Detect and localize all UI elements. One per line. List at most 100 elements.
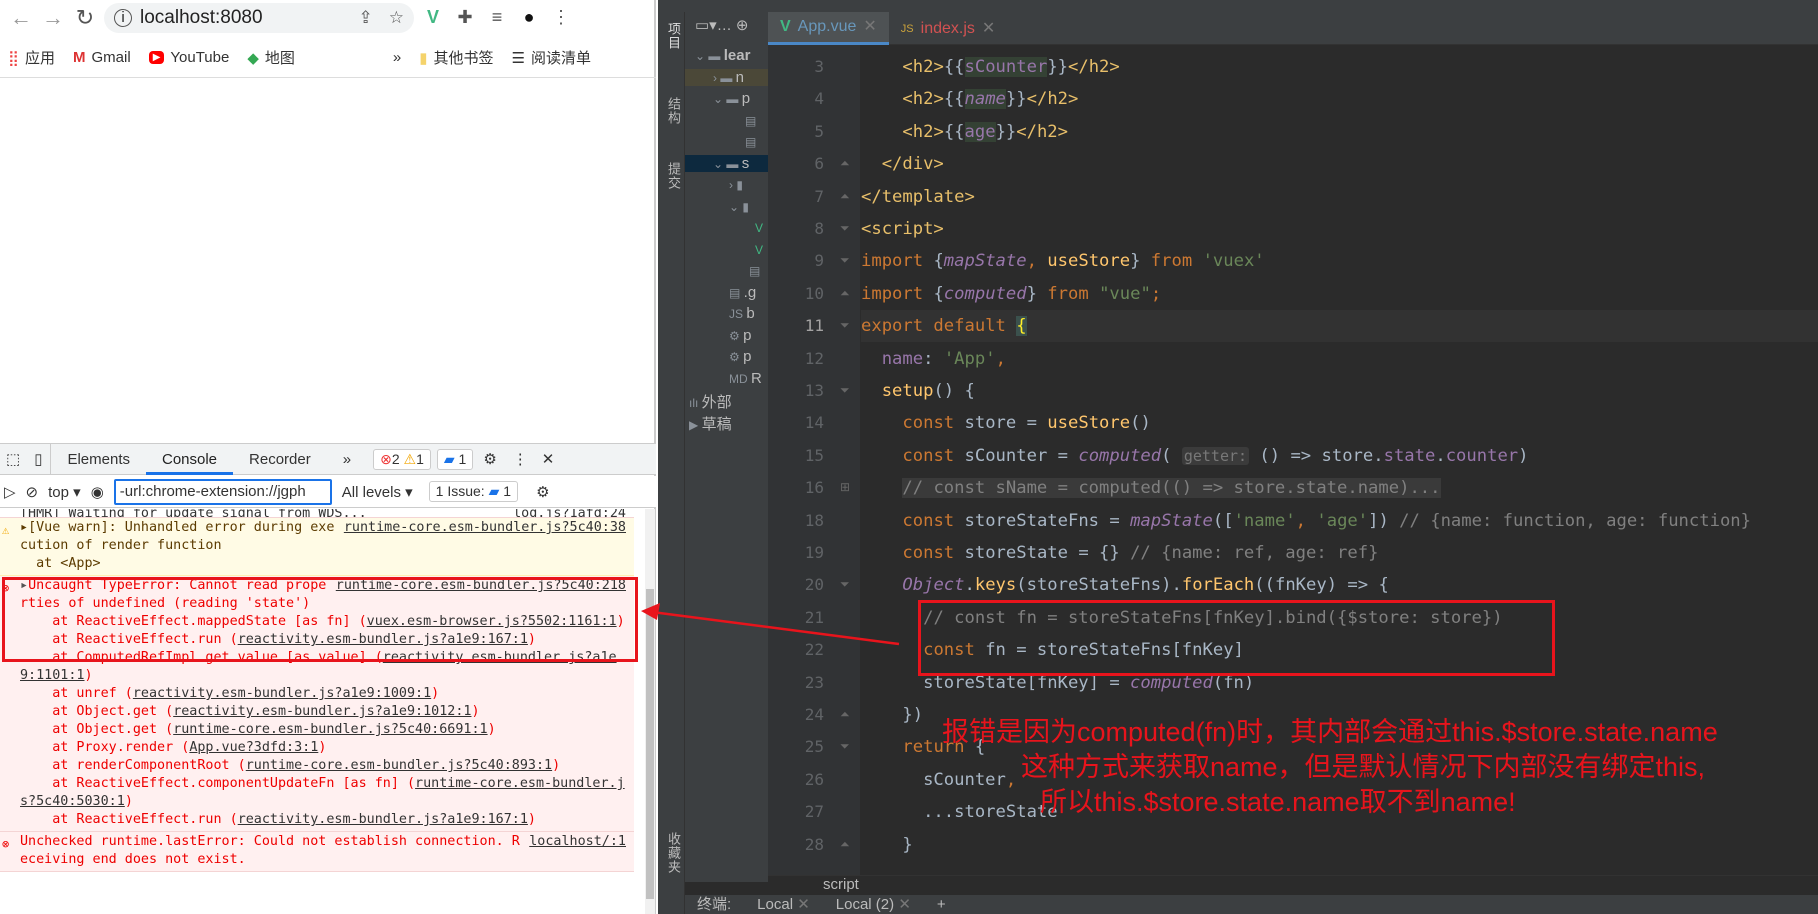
live-expression-icon[interactable]: ◉ bbox=[91, 483, 104, 501]
bookmark-apps[interactable]: ⣿ 应用 bbox=[8, 47, 55, 68]
project-tree-item[interactable]: JS b bbox=[729, 305, 755, 322]
info-badge[interactable]: ▰ 1 bbox=[436, 448, 474, 470]
fold-marker-icon[interactable]: ⏶ bbox=[840, 707, 850, 722]
kebab-menu-icon[interactable]: ⋮ bbox=[507, 444, 534, 475]
tab-console[interactable]: Console bbox=[145, 444, 234, 475]
source-link[interactable]: reactivity.esm-bundler.js?a1e9:1012:1 bbox=[173, 704, 471, 719]
media-icon[interactable]: ≡ bbox=[484, 7, 510, 28]
source-link[interactable]: runtime-core.esm-bundler.js?5c40:6691:1 bbox=[173, 722, 487, 737]
breadcrumb[interactable]: script bbox=[768, 875, 1818, 895]
structure-tool-button[interactable]: 结构 bbox=[664, 97, 683, 125]
tab-elements[interactable]: Elements bbox=[51, 444, 146, 475]
close-tab-icon[interactable]: ✕ bbox=[982, 14, 995, 44]
close-devtools-icon[interactable]: ✕ bbox=[534, 444, 563, 475]
close-tab-icon[interactable]: ✕ bbox=[863, 12, 876, 42]
fold-marker-icon[interactable]: ⏷ bbox=[840, 253, 850, 268]
new-terminal-button[interactable]: + bbox=[937, 895, 946, 914]
project-tree-item[interactable]: ▤ bbox=[745, 133, 756, 150]
forward-icon[interactable]: → bbox=[40, 5, 66, 31]
scrollbar-thumb[interactable] bbox=[646, 589, 654, 899]
close-tab-icon[interactable]: ✕ bbox=[898, 896, 911, 913]
avatar[interactable]: ● bbox=[516, 7, 542, 28]
source-link[interactable]: runtime-core.esm-bundler.js?5c40:38 bbox=[344, 519, 626, 537]
fold-marker-icon[interactable]: ⊞ bbox=[840, 480, 850, 494]
source-link[interactable]: runtime-core.esm-bundler.js?5c40:893:1 bbox=[246, 758, 552, 773]
project-tree-item[interactable]: ▤ .g bbox=[729, 284, 756, 301]
fold-marker-icon[interactable]: ⏷ bbox=[840, 739, 850, 754]
source-link[interactable]: App.vue?3dfd:3:1 bbox=[189, 740, 318, 755]
fold-marker-icon[interactable]: ⏷ bbox=[840, 577, 850, 592]
project-tree-item[interactable]: ⚙ p bbox=[729, 327, 751, 344]
project-tree-item[interactable]: ⌄ ▮ bbox=[729, 198, 749, 215]
share-icon[interactable]: ⇪ bbox=[359, 8, 373, 28]
source-link[interactable]: localhost/:1 bbox=[529, 833, 626, 851]
error-warning-badge[interactable]: ⊗2 ⚠1 bbox=[373, 448, 431, 470]
project-tree-item[interactable]: V bbox=[755, 219, 763, 236]
issues-button[interactable]: 1 Issue: ▰ 1 bbox=[428, 481, 519, 502]
js-file-icon: JS bbox=[900, 22, 914, 35]
fold-marker-icon[interactable]: ⏶ bbox=[840, 286, 850, 301]
terminal-tab-local-2[interactable]: Local (2) ✕ bbox=[836, 895, 911, 914]
clear-console-icon[interactable]: ⊘ bbox=[26, 483, 39, 501]
bookmark-maps[interactable]: ◆ 地图 bbox=[247, 47, 295, 68]
bookmark-other[interactable]: ▮ 其他书签 bbox=[419, 47, 493, 68]
expand-triangle-icon[interactable]: ▸ bbox=[20, 520, 28, 535]
project-tree-item[interactable]: ▶ 草稿 bbox=[689, 413, 732, 434]
menu-icon[interactable]: ⋮ bbox=[548, 7, 574, 28]
log-levels-select[interactable]: All levels ▾ bbox=[342, 483, 413, 501]
project-tree-item[interactable]: › ▬ n bbox=[685, 68, 768, 86]
console-filter-input[interactable] bbox=[113, 478, 332, 505]
fold-marker-icon[interactable]: ⏷ bbox=[840, 318, 850, 333]
project-tree-item[interactable]: ▤ bbox=[745, 112, 756, 129]
extensions-icon[interactable]: ✚ bbox=[452, 7, 478, 28]
star-icon[interactable]: ☆ bbox=[389, 8, 404, 28]
device-toggle-icon[interactable]: ▯ bbox=[26, 443, 52, 475]
fold-marker-icon[interactable]: ⏶ bbox=[840, 189, 850, 204]
code-token: const bbox=[902, 543, 955, 563]
bookmark-reading-list[interactable]: ☰ 阅读清单 bbox=[512, 47, 591, 68]
project-tree-item[interactable]: ılı 外部 bbox=[689, 391, 732, 412]
code-line: </template> bbox=[861, 181, 975, 213]
source-link[interactable]: reactivity.esm-bundler.js?a1e9:1009:1 bbox=[133, 686, 431, 701]
source-link[interactable]: reactivity.esm-bundler.js?a1e9:167:1 bbox=[238, 812, 528, 827]
console-scrollbar[interactable] bbox=[645, 509, 655, 914]
fold-marker-icon[interactable]: ⏷ bbox=[840, 383, 850, 398]
project-tool-button[interactable]: 项目 bbox=[664, 22, 683, 50]
project-tree-item[interactable]: ⌄ ▬ s bbox=[685, 154, 768, 172]
bookmark-gmail[interactable]: M Gmail bbox=[73, 49, 131, 66]
tab-app-vue[interactable]: V App.vue ✕ bbox=[768, 12, 889, 45]
settings-icon[interactable]: ⚙ bbox=[473, 444, 506, 475]
sidebar-toggle-icon[interactable]: ▷ bbox=[4, 483, 16, 501]
project-tree-item[interactable]: ▤ bbox=[749, 262, 760, 279]
project-tree-item[interactable]: V bbox=[755, 241, 763, 258]
project-tree-item[interactable]: ⌄ ▬ p bbox=[713, 90, 750, 107]
reload-icon[interactable]: ↻ bbox=[72, 5, 98, 31]
console-settings-icon[interactable]: ⚙ bbox=[536, 483, 549, 501]
tab-recorder[interactable]: Recorder bbox=[233, 444, 327, 475]
project-tree-item[interactable]: MD R bbox=[729, 370, 762, 387]
project-tree-item[interactable]: ⚙ p bbox=[729, 348, 751, 365]
source-link[interactable]: log.js?1afd:24 bbox=[513, 509, 626, 517]
fold-marker-icon[interactable]: ⏶ bbox=[840, 837, 850, 852]
bookmark-youtube[interactable]: ▶ YouTube bbox=[148, 49, 229, 66]
vue-devtools-icon[interactable]: V bbox=[420, 7, 446, 28]
url-text[interactable]: localhost:8080 bbox=[140, 7, 263, 29]
back-icon[interactable]: ← bbox=[8, 5, 34, 31]
info-icon[interactable]: i bbox=[114, 8, 132, 27]
inspect-icon[interactable]: ⬚ bbox=[0, 444, 26, 475]
project-tree-item[interactable]: ⌄ ▬ lear bbox=[695, 47, 750, 64]
context-select[interactable]: top ▾ bbox=[48, 483, 81, 501]
more-tabs-button[interactable]: » bbox=[327, 444, 367, 475]
panel-options-icon[interactable]: ▭▾… ⊕ bbox=[695, 16, 748, 34]
favorites-tool-button[interactable]: 收藏夹 bbox=[664, 832, 683, 874]
address-bar[interactable]: i localhost:8080 ⇪ ☆ bbox=[104, 2, 414, 33]
fold-marker-icon[interactable]: ⏷ bbox=[840, 221, 850, 236]
bookmarks-overflow[interactable]: » bbox=[393, 49, 401, 66]
fold-marker-icon[interactable]: ⏶ bbox=[840, 156, 850, 171]
tab-index-js[interactable]: JS index.js ✕ bbox=[889, 12, 1008, 45]
terminal-tab-local[interactable]: Local ✕ bbox=[757, 895, 810, 914]
commit-tool-button[interactable]: 提交 bbox=[664, 162, 683, 190]
close-tab-icon[interactable]: ✕ bbox=[797, 896, 810, 913]
project-tree-item[interactable]: › ▮ bbox=[729, 176, 743, 193]
console-message-warning[interactable]: ⚠ runtime-core.esm-bundler.js?5c40:38 ▸[… bbox=[0, 518, 634, 576]
